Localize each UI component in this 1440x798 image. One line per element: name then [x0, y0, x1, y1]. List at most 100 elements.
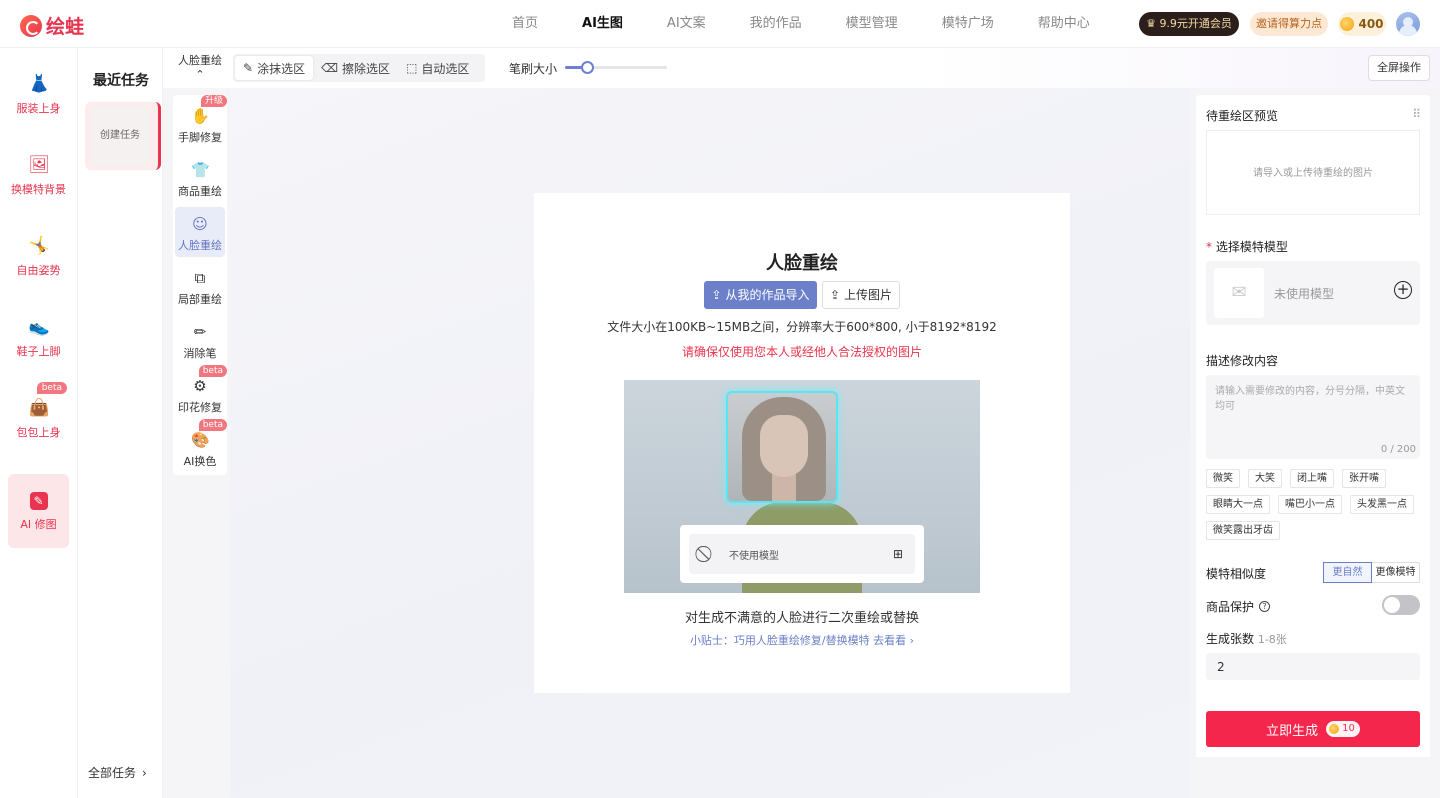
- fullscreen-button[interactable]: 全屏操作: [1368, 55, 1430, 81]
- face-icon: ☺: [192, 215, 208, 233]
- quick-tag[interactable]: 嘴巴小一点: [1278, 495, 1342, 514]
- nav-item[interactable]: 模型管理: [824, 0, 920, 48]
- nav-item[interactable]: AI文案: [645, 0, 728, 48]
- all-tasks-link[interactable]: 全部任务 ›: [88, 764, 147, 781]
- similarity-option[interactable]: 更自然: [1323, 562, 1372, 583]
- upload-icon: ⇪: [830, 288, 841, 302]
- coin-balance[interactable]: 400: [1338, 12, 1386, 36]
- ai-retouch-icon: ✎: [29, 492, 48, 510]
- demo-model-row: ⃠ 不使用模型 ⊞: [689, 534, 915, 574]
- all-tasks-label: 全部任务: [88, 766, 137, 780]
- local-redraw-icon: ⧉: [194, 269, 206, 287]
- model-select-box[interactable]: ✉ 未使用模型 +: [1206, 261, 1420, 325]
- nav-item[interactable]: AI生图: [560, 0, 645, 48]
- tool-eraser[interactable]: ⌫ 擦除选区: [313, 56, 398, 80]
- sidebar-item[interactable]: 👟 鞋子上脚: [8, 305, 69, 379]
- crown-icon: ♛: [1146, 17, 1156, 30]
- vip-label: 9.9元开通会员: [1159, 17, 1232, 30]
- tool-column-label: 印花修复: [178, 401, 222, 414]
- auto-select-icon: ⬚: [406, 61, 418, 75]
- demo-face-highlight: [726, 391, 838, 503]
- tool-pen[interactable]: ✎ 涂抹选区: [235, 56, 314, 80]
- invite-button[interactable]: 邀请得算力点: [1250, 12, 1328, 36]
- brush-size-slider[interactable]: [565, 61, 667, 74]
- tool-column-item[interactable]: ⧉ 局部重绘: [175, 261, 225, 311]
- dress-icon: 👗: [28, 74, 50, 94]
- sidebar-item-label: AI 修图: [20, 518, 57, 531]
- help-icon[interactable]: ?: [1259, 601, 1271, 612]
- upload-image-button[interactable]: ⇪ 上传图片: [822, 281, 900, 309]
- tool-column-item[interactable]: ☺ 人脸重绘: [175, 207, 225, 257]
- quick-tag[interactable]: 闭上嘴: [1290, 469, 1334, 488]
- gear-icon: ⚙: [193, 377, 207, 395]
- tool-label: 涂抹选区: [257, 61, 306, 76]
- brand-logo[interactable]: 绘蛙: [20, 12, 84, 39]
- legal-hint: 请确保仅使用您本人或经他人合法授权的图片: [681, 345, 922, 359]
- sidebar-item[interactable]: 👜 包包上身 beta: [8, 382, 69, 460]
- demo-panel-text: 不使用模型: [729, 550, 779, 562]
- tool-auto-select[interactable]: ⬚ 自动选区: [398, 56, 477, 80]
- coin-icon: [1329, 724, 1340, 734]
- generate-bar: 立即生成 10: [1196, 701, 1430, 757]
- mode-select[interactable]: 人脸重绘 ⌃: [173, 54, 227, 82]
- similarity-option[interactable]: 更像模特: [1372, 563, 1419, 582]
- portrait-icon: 🖼: [28, 155, 51, 175]
- tool-column-item[interactable]: ⚙ 印花修复 beta: [175, 365, 227, 419]
- create-task-label: 创建任务: [91, 107, 149, 165]
- sidebar-item-label: 自由姿势: [16, 264, 61, 277]
- sidebar-item-label: 服装上身: [16, 102, 61, 115]
- card-tip-link[interactable]: 小贴士：巧用人脸重绘修复/替换模特 去看看 ›: [534, 632, 1070, 648]
- nav-item[interactable]: 我的作品: [728, 0, 824, 48]
- eraser-pen-icon: ✏: [193, 323, 207, 341]
- sidebar-item[interactable]: 🖼 换模特背景: [8, 143, 69, 217]
- shirt-icon: 👕: [191, 161, 210, 179]
- protect-switch[interactable]: [1382, 595, 1420, 615]
- add-circle-icon[interactable]: +: [1394, 281, 1412, 299]
- tool-badge: 升级: [200, 95, 227, 107]
- count-row: 生成张数 1-8张: [1206, 630, 1287, 647]
- pen-icon: ✎: [243, 61, 254, 75]
- mode-label: 人脸重绘: [178, 54, 222, 67]
- nav-item[interactable]: 模特广场: [920, 0, 1016, 48]
- sidebar-item[interactable]: ✎ AI 修图: [8, 474, 69, 548]
- quick-tag[interactable]: 张开嘴: [1342, 469, 1386, 488]
- protect-label: 商品保护: [1206, 600, 1255, 614]
- coin-icon: [1340, 17, 1355, 31]
- tool-column-item[interactable]: ✋ 手脚修复 升级: [175, 95, 227, 149]
- tool-column-item[interactable]: ✏ 消除笔: [175, 315, 225, 365]
- quick-tag[interactable]: 眼睛大一点: [1206, 495, 1270, 514]
- switch-knob: [1384, 597, 1400, 613]
- right-settings-panel: 待重绘区预览 ⠿ 请导入或上传待重绘的图片 * 选择模特模型 ✉ 未使用模型 +…: [1196, 95, 1430, 757]
- generate-button[interactable]: 立即生成 10: [1206, 711, 1420, 747]
- nav-item[interactable]: 帮助中心: [1016, 0, 1112, 48]
- edit-toolbar: 人脸重绘 ⌃ ✎ 涂抹选区 ⌫ 擦除选区 ⬚ 自动选区 笔刷大小 全屏操作: [163, 48, 1440, 88]
- count-input[interactable]: [1206, 653, 1420, 680]
- import-from-works-button[interactable]: ⇪ 从我的作品导入: [704, 281, 817, 309]
- logo-text: 绘蛙: [46, 16, 85, 38]
- drag-dots-icon[interactable]: ⠿: [1412, 107, 1421, 121]
- logo-mark-icon: [20, 14, 42, 37]
- slider-knob[interactable]: [581, 61, 595, 74]
- tool-badge: beta: [198, 419, 227, 431]
- top-header: 绘蛙 首页 AI生图 AI文案 我的作品 模型管理 模特广场 帮助中心 ♛ 9.9元开通会员…: [0, 0, 1440, 48]
- card-title: 人脸重绘: [766, 253, 838, 274]
- vip-button[interactable]: ♛ 9.9元开通会员: [1139, 12, 1239, 36]
- tool-column-item[interactable]: 👕 商品重绘: [175, 153, 225, 203]
- quick-tag[interactable]: 微笑: [1206, 469, 1240, 488]
- sidebar-item[interactable]: 👗 服装上身: [8, 62, 69, 136]
- tool-badge: beta: [198, 365, 227, 377]
- tool-column-item[interactable]: 🎨 AI换色 beta: [175, 419, 227, 473]
- create-task-card[interactable]: 创建任务: [85, 102, 161, 170]
- quick-tag[interactable]: 微笑露出牙齿: [1206, 521, 1280, 540]
- sidebar-item[interactable]: 🤸 自由姿势: [8, 224, 69, 298]
- shoe-icon: 👟: [28, 317, 50, 337]
- file-size-hint: 文件大小在100KB~15MB之间，分辨率大于600*800, 小于8192*8…: [607, 320, 997, 334]
- user-avatar[interactable]: [1396, 12, 1420, 36]
- nav-item[interactable]: 首页: [490, 0, 560, 48]
- quick-tag[interactable]: 大笑: [1248, 469, 1282, 488]
- preview-title: 待重绘区预览: [1206, 109, 1279, 123]
- similarity-label: 模特相似度: [1206, 567, 1267, 581]
- face-skin: [760, 415, 808, 477]
- quick-tag[interactable]: 头发黑一点: [1350, 495, 1414, 514]
- tool-column-label: 消除笔: [183, 347, 217, 360]
